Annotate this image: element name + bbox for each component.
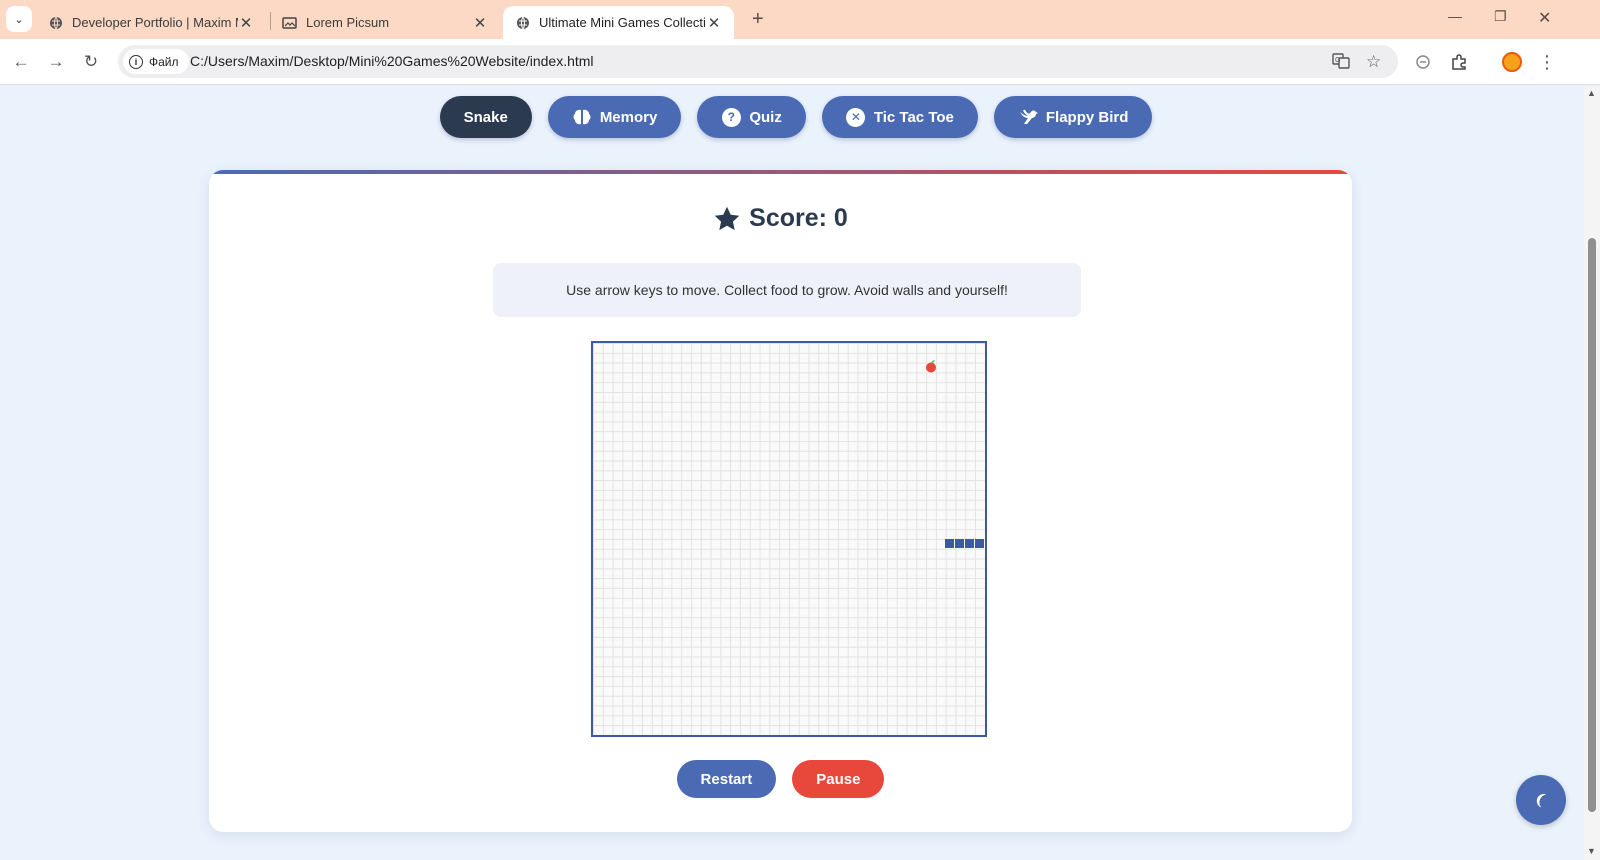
scroll-up-icon[interactable]: ▲ [1587,88,1596,98]
globe-icon [48,15,64,31]
tab-title: Lorem Picsum [306,15,390,30]
minimize-icon[interactable]: — [1448,8,1462,24]
nav-memory-button[interactable]: Memory [547,96,682,138]
svg-text:G: G [1335,57,1340,64]
game-controls: Restart Pause [209,760,1352,798]
score-display: Score: 0 [209,204,1352,233]
game-navigation: Snake Memory ? Quiz ✕ Tic Tac Toe Flappy… [0,96,1584,138]
tab-search-button[interactable]: ⌄ [6,6,32,32]
close-icon[interactable]: ✕ [238,14,254,32]
page-viewport: Snake Memory ? Quiz ✕ Tic Tac Toe Flappy… [0,86,1584,860]
nav-quiz-button[interactable]: ? Quiz [697,96,806,138]
close-icon[interactable]: ✕ [706,14,722,32]
scrollbar-thumb[interactable] [1588,238,1596,812]
snake-segment [965,539,974,548]
profile-avatar[interactable] [1502,52,1522,72]
x-circle-icon: ✕ [846,107,866,127]
new-tab-icon[interactable]: + [752,8,764,31]
restart-button[interactable]: Restart [676,760,777,798]
snake-board[interactable] [591,341,987,737]
card-accent-bar [209,170,1352,174]
tab-strip: ⌄ Developer Portfolio | Maxim Mi ✕ Lorem… [0,0,1600,39]
nav-label: Snake [463,108,508,126]
translate-icon[interactable]: G [1332,52,1350,74]
nav-tic-tac-toe-button[interactable]: ✕ Tic Tac Toe [821,96,978,138]
instructions-text: Use arrow keys to move. Collect food to … [566,282,1008,298]
address-bar[interactable]: i Файл C:/Users/Maxim/Desktop/Mini%20Gam… [118,45,1398,78]
snake-segment [945,539,954,548]
reload-icon[interactable]: ↻ [80,51,102,73]
snake-head [975,539,984,548]
nav-label: Flappy Bird [1045,108,1129,126]
nav-snake-button[interactable]: Snake [439,96,532,138]
window-close-icon[interactable]: ✕ [1538,8,1551,28]
site-chip-label: Файл [149,54,179,69]
extension-gemini-icon[interactable] [1412,51,1434,73]
nav-label: Quiz [749,108,782,126]
star-bookmark-icon[interactable]: ☆ [1366,52,1381,72]
info-icon: i [129,54,143,69]
theme-toggle-button[interactable] [1516,775,1566,825]
pause-button[interactable]: Pause [792,760,885,798]
nav-label: Tic Tac Toe [873,108,954,126]
dove-icon [1018,107,1038,127]
close-icon[interactable]: ✕ [472,14,488,32]
extensions-puzzle-icon[interactable] [1448,51,1470,73]
scroll-down-icon[interactable]: ▼ [1587,846,1596,856]
browser-toolbar: ← → ↻ i Файл C:/Users/Maxim/Desktop/Mini… [0,39,1600,85]
game-card: Score: 0 Use arrow keys to move. Collect… [209,170,1352,832]
tab-developer-portfolio[interactable]: Developer Portfolio | Maxim Mi ✕ [36,6,266,39]
image-icon [282,15,298,31]
forward-arrow-icon[interactable]: → [45,51,67,73]
kebab-menu-icon[interactable]: ⋮ [1536,51,1558,73]
nav-flappy-bird-button[interactable]: Flappy Bird [993,96,1153,138]
star-icon [714,206,740,230]
snake-segment [955,539,964,548]
nav-label: Memory [599,108,658,126]
brain-icon [572,107,592,127]
chevron-down-icon: ⌄ [14,13,24,26]
instructions-box: Use arrow keys to move. Collect food to … [493,263,1081,317]
moon-icon [1536,794,1547,808]
tab-title: Ultimate Mini Games Collection [539,15,706,30]
question-icon: ? [721,107,741,127]
back-arrow-icon[interactable]: ← [10,51,32,73]
site-info-chip[interactable]: i Файл [123,49,189,74]
tab-ultimate-mini-games[interactable]: Ultimate Mini Games Collection ✕ [503,6,734,39]
globe-icon [515,15,531,31]
apple-food-icon [926,360,936,373]
restore-icon[interactable]: ❐ [1494,8,1507,25]
tab-title: Developer Portfolio | Maxim Mi [72,15,238,30]
score-text: Score: 0 [749,204,848,232]
page-scrollbar[interactable]: ▲ ▼ [1584,86,1600,860]
url-text[interactable]: C:/Users/Maxim/Desktop/Mini%20Games%20We… [190,53,594,69]
tab-lorem-picsum[interactable]: Lorem Picsum ✕ [270,6,500,39]
